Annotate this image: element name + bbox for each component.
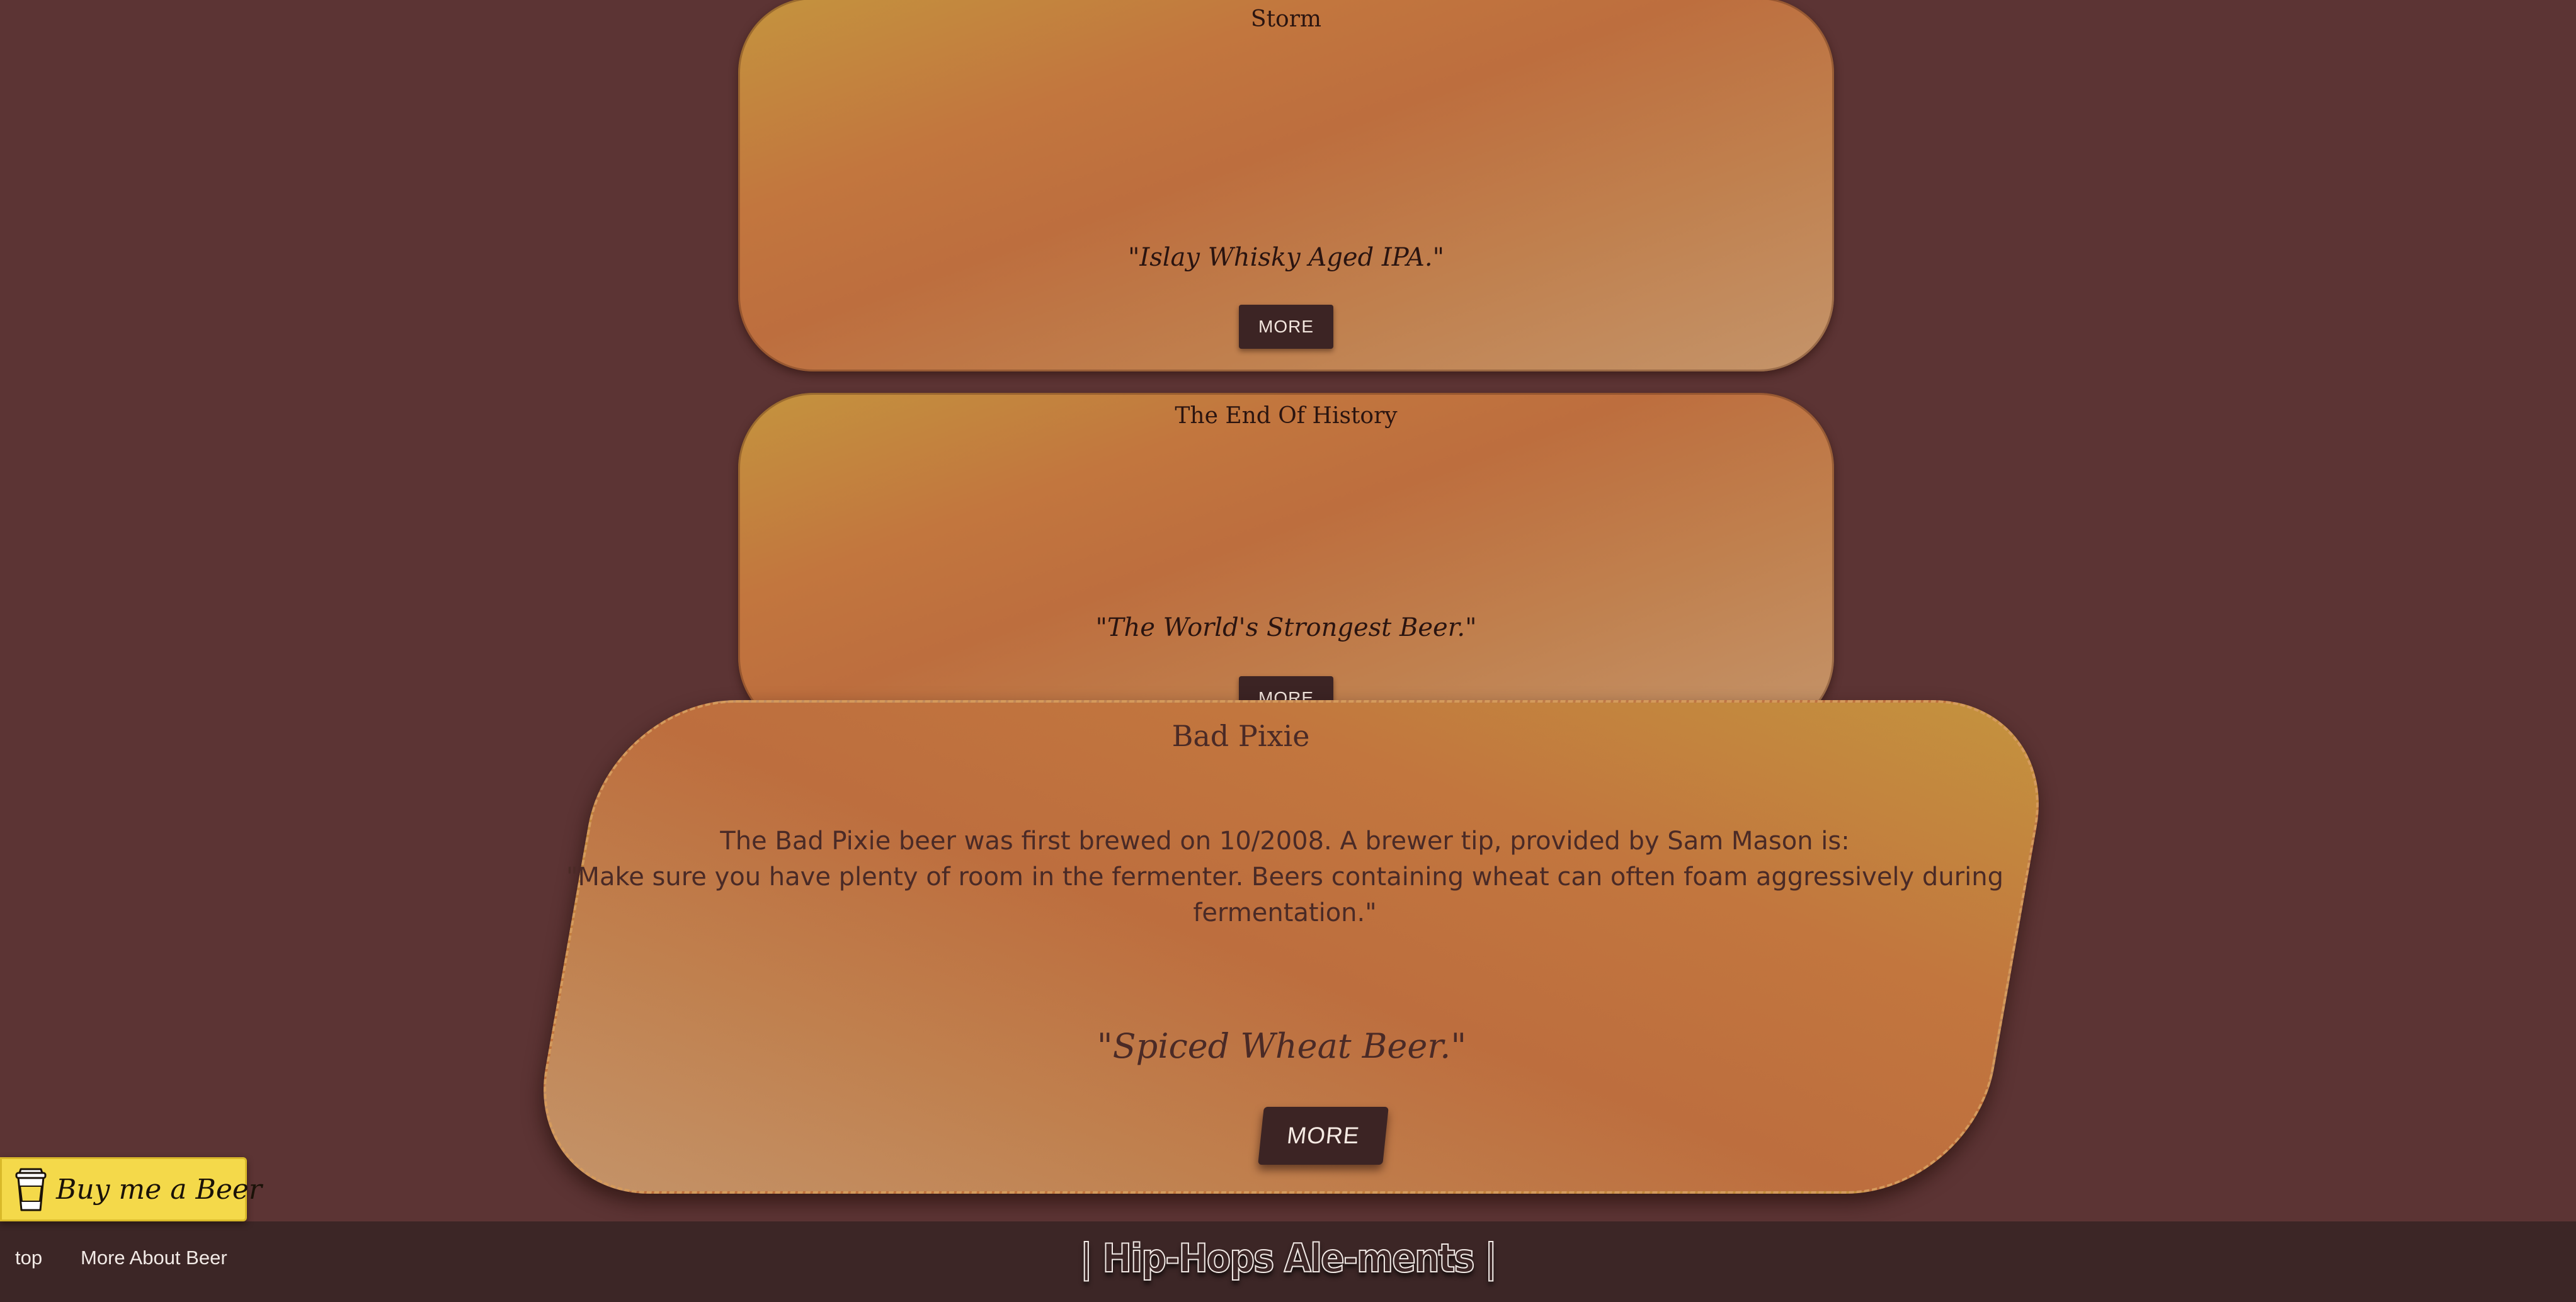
more-button[interactable]: MORE xyxy=(1258,1107,1389,1165)
description-line: fermentation." xyxy=(1193,898,1377,927)
more-button[interactable]: MORE xyxy=(1239,305,1333,349)
beer-cup-icon xyxy=(14,1164,47,1214)
description-line: "Make sure you have plenty of room in th… xyxy=(566,863,2003,892)
buy-me-a-beer-button[interactable]: Buy me a Beer xyxy=(0,1157,262,1221)
footer-link-top[interactable]: top xyxy=(15,1247,42,1269)
buy-me-a-beer-label: Buy me a Beer xyxy=(56,1173,262,1206)
beer-description: The Bad Pixie beer was first brewed on 1… xyxy=(561,824,2009,931)
beer-card: The End Of History "The World's Stronges… xyxy=(738,393,1834,733)
brand-title: | Hip-Hops Ale-ments | xyxy=(1080,1235,1498,1282)
beer-name: Bad Pixie xyxy=(1171,719,1310,753)
beer-name: Storm xyxy=(1250,6,1322,32)
beer-tagline: "The World's Strongest Beer." xyxy=(1095,613,1477,642)
page: Storm "Islay Whisky Aged IPA." MORE The … xyxy=(0,0,2576,1302)
footer-link-more-about-beer[interactable]: More About Beer xyxy=(81,1247,227,1269)
beer-tagline: "Islay Whisky Aged IPA." xyxy=(1128,243,1444,272)
beer-name: The End Of History xyxy=(1175,403,1398,429)
beer-card: Storm "Islay Whisky Aged IPA." MORE xyxy=(738,0,1834,371)
expanded-beer-card-content: Bad Pixie The Bad Pixie beer was first b… xyxy=(548,700,2034,1194)
footer: top More About Beer | Hip-Hops Ale-ments… xyxy=(0,1221,2576,1302)
description-line: The Bad Pixie beer was first brewed on 1… xyxy=(720,827,1850,856)
beer-tagline: "Spiced Wheat Beer." xyxy=(1097,1026,1467,1066)
